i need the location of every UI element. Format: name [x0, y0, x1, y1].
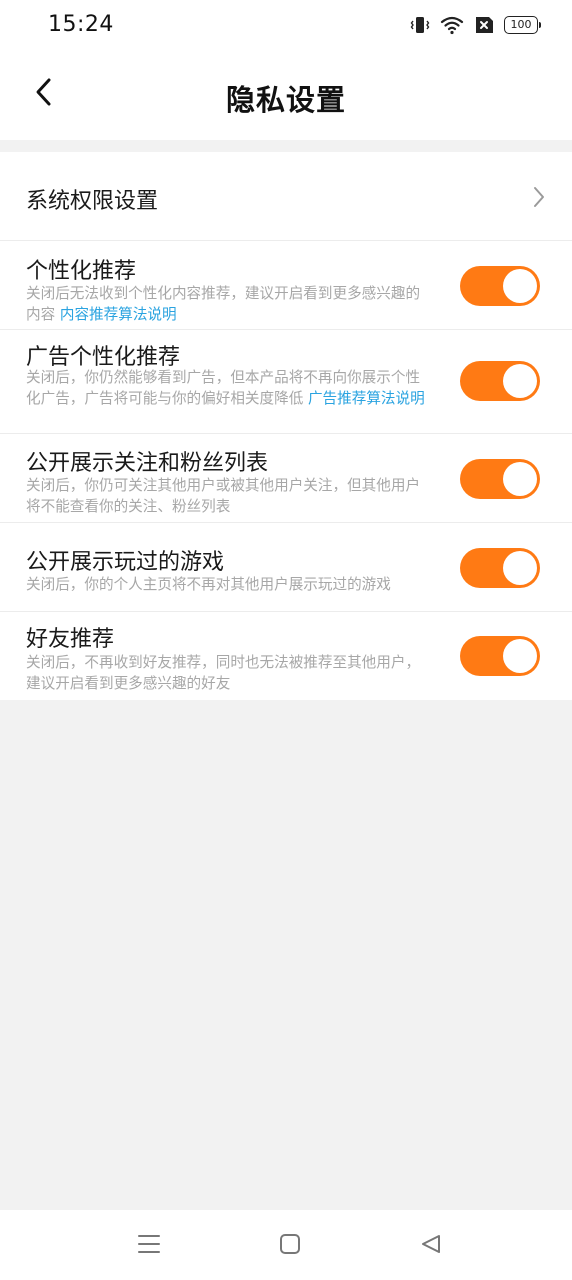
chevron-right-icon: [532, 186, 546, 212]
menu-button[interactable]: [135, 1232, 163, 1260]
toggle-knob: [503, 551, 537, 585]
page-title: 隐私设置: [225, 83, 346, 117]
algorithm-info-link[interactable]: 内容推荐算法说明: [60, 306, 177, 323]
toggle-knob: [503, 462, 537, 496]
toggle-knob: [503, 364, 537, 398]
setting-row-friend-recommendation: 好友推荐 关闭后，不再收到好友推荐，同时也无法被推荐至其他用户，建议开启看到更多…: [0, 612, 572, 700]
status-icons: 100: [410, 14, 541, 36]
setting-row-ad-personalization: 广告个性化推荐 关闭后，你仍然能够看到广告，但本产品将不再向你展示个性化广告，广…: [0, 330, 572, 434]
header: 隐私设置: [0, 50, 572, 140]
battery-icon: 100: [504, 16, 541, 34]
toggle-knob: [503, 639, 537, 673]
setting-title: 好友推荐: [26, 627, 115, 652]
setting-description: 关闭后，不再收到好友推荐，同时也无法被推荐至其他用户，建议开启看到更多感兴趣的好…: [26, 654, 421, 692]
no-sim-icon: [474, 16, 494, 34]
setting-description: 关闭后无法收到个性化内容推荐，建议开启看到更多感兴趣的内容 内容推荐算法说明: [26, 283, 428, 325]
back-triangle-icon: [420, 1233, 442, 1259]
menu-icon: [137, 1233, 161, 1259]
setting-title: 公开展示关注和粉丝列表: [26, 451, 269, 476]
setting-description: 关闭后，你仍然能够看到广告，但本产品将不再向你展示个性化广告，广告将可能与你的偏…: [26, 367, 428, 409]
ad-algorithm-info-link[interactable]: 广告推荐算法说明: [308, 390, 425, 407]
ad-personalization-toggle[interactable]: [460, 361, 540, 401]
system-permissions-label: 系统权限设置: [26, 189, 159, 214]
status-bar: 15:24 100: [0, 0, 572, 50]
setting-description: 关闭后，你的个人主页将不再对其他用户展示玩过的游戏: [26, 576, 391, 593]
home-button[interactable]: [276, 1232, 304, 1260]
wifi-icon: [440, 15, 464, 35]
setting-title: 个性化推荐: [26, 259, 137, 284]
vibrate-icon: [410, 15, 430, 35]
settings-list: 系统权限设置 个性化推荐 关闭后无法收到个性化内容推荐，建议开启看到更多感兴趣的…: [0, 152, 572, 700]
toggle-knob: [503, 269, 537, 303]
public-follow-lists-toggle[interactable]: [460, 459, 540, 499]
home-square-icon: [279, 1233, 301, 1259]
public-games-toggle[interactable]: [460, 548, 540, 588]
friend-recommendation-toggle[interactable]: [460, 636, 540, 676]
setting-description: 关闭后，你仍可关注其他用户或被其他用户关注，但其他用户将不能查看你的关注、粉丝列…: [26, 477, 421, 515]
status-time: 15:24: [48, 12, 114, 37]
personalized-recommendation-toggle[interactable]: [460, 266, 540, 306]
setting-title: 公开展示玩过的游戏: [26, 550, 225, 575]
system-permissions-row[interactable]: 系统权限设置: [0, 152, 572, 241]
setting-row-personalized-recommendation: 个性化推荐 关闭后无法收到个性化内容推荐，建议开启看到更多感兴趣的内容 内容推荐…: [0, 241, 572, 330]
system-nav-bar: [0, 1210, 572, 1280]
setting-row-public-follow-lists: 公开展示关注和粉丝列表 关闭后，你仍可关注其他用户或被其他用户关注，但其他用户将…: [0, 434, 572, 523]
privacy-settings-screen: 15:24 100 隐私设置 系统权限设置 个性化推荐 关闭后无法收到个性化内容…: [0, 0, 572, 1280]
setting-row-public-games: 公开展示玩过的游戏 关闭后，你的个人主页将不再对其他用户展示玩过的游戏: [0, 523, 572, 612]
nav-back-button[interactable]: [417, 1232, 445, 1260]
